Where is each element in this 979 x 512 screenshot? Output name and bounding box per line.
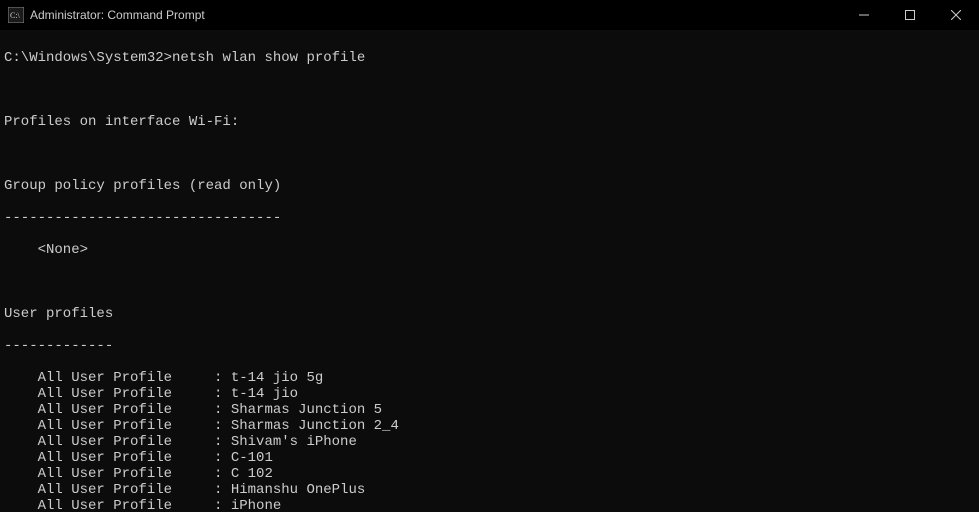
interface-header: Profiles on interface Wi-Fi:	[4, 114, 979, 130]
blank-line	[4, 146, 979, 162]
profile-row: All User Profile : t-14 jio	[4, 386, 979, 402]
profile-row: All User Profile : Sharmas Junction 2_4	[4, 418, 979, 434]
prompt-line-1: C:\Windows\System32>netsh wlan show prof…	[4, 50, 979, 66]
window-title: Administrator: Command Prompt	[30, 8, 841, 22]
profile-row: All User Profile : Shivam's iPhone	[4, 434, 979, 450]
profile-row: All User Profile : iPhone	[4, 498, 979, 512]
window-controls	[841, 0, 979, 30]
svg-text:C:\: C:\	[10, 11, 21, 20]
prompt-path: C:\Windows\System32>	[4, 50, 172, 66]
profile-row: All User Profile : Sharmas Junction 5	[4, 402, 979, 418]
blank-line	[4, 274, 979, 290]
maximize-button[interactable]	[887, 0, 933, 30]
none-entry: <None>	[4, 242, 979, 258]
command-input-1: netsh wlan show profile	[172, 50, 365, 66]
group-policy-header: Group policy profiles (read only)	[4, 178, 979, 194]
profile-row: All User Profile : Himanshu OnePlus	[4, 482, 979, 498]
profile-row: All User Profile : t-14 jio 5g	[4, 370, 979, 386]
command-prompt-window: C:\ Administrator: Command Prompt C:\Win…	[0, 0, 979, 512]
profile-row: All User Profile : C 102	[4, 466, 979, 482]
profile-list: All User Profile : t-14 jio 5g All User …	[4, 370, 979, 512]
terminal-output[interactable]: C:\Windows\System32>netsh wlan show prof…	[0, 30, 979, 512]
minimize-button[interactable]	[841, 0, 887, 30]
cmd-icon: C:\	[8, 7, 24, 23]
group-policy-dashes: ---------------------------------	[4, 210, 979, 226]
close-button[interactable]	[933, 0, 979, 30]
profile-row: All User Profile : C-101	[4, 450, 979, 466]
titlebar[interactable]: C:\ Administrator: Command Prompt	[0, 0, 979, 30]
user-profiles-header: User profiles	[4, 306, 979, 322]
blank-line	[4, 82, 979, 98]
user-profiles-dashes: -------------	[4, 338, 979, 354]
